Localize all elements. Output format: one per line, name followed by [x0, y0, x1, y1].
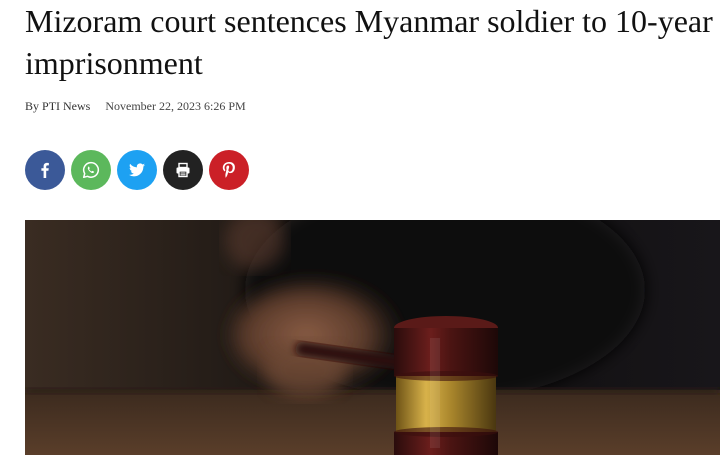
author-link[interactable]: PTI News	[42, 99, 90, 113]
twitter-share-button[interactable]	[117, 150, 157, 190]
byline-prefix: By	[25, 99, 43, 113]
pinterest-icon	[222, 162, 235, 178]
facebook-share-button[interactable]	[25, 150, 65, 190]
publish-date: November 22, 2023 6:26 PM	[105, 99, 246, 113]
print-icon	[176, 162, 190, 178]
print-button[interactable]	[163, 150, 203, 190]
share-buttons	[25, 150, 249, 190]
whatsapp-icon	[82, 161, 100, 179]
facebook-icon	[41, 162, 49, 178]
gavel-photo	[25, 220, 720, 455]
twitter-icon	[129, 163, 145, 177]
byline: By PTI News November 22, 2023 6:26 PM	[25, 99, 246, 114]
whatsapp-share-button[interactable]	[71, 150, 111, 190]
article-title: Mizoram court sentences Myanmar soldier …	[25, 3, 713, 81]
article-hero-image	[25, 220, 720, 455]
pinterest-share-button[interactable]	[209, 150, 249, 190]
